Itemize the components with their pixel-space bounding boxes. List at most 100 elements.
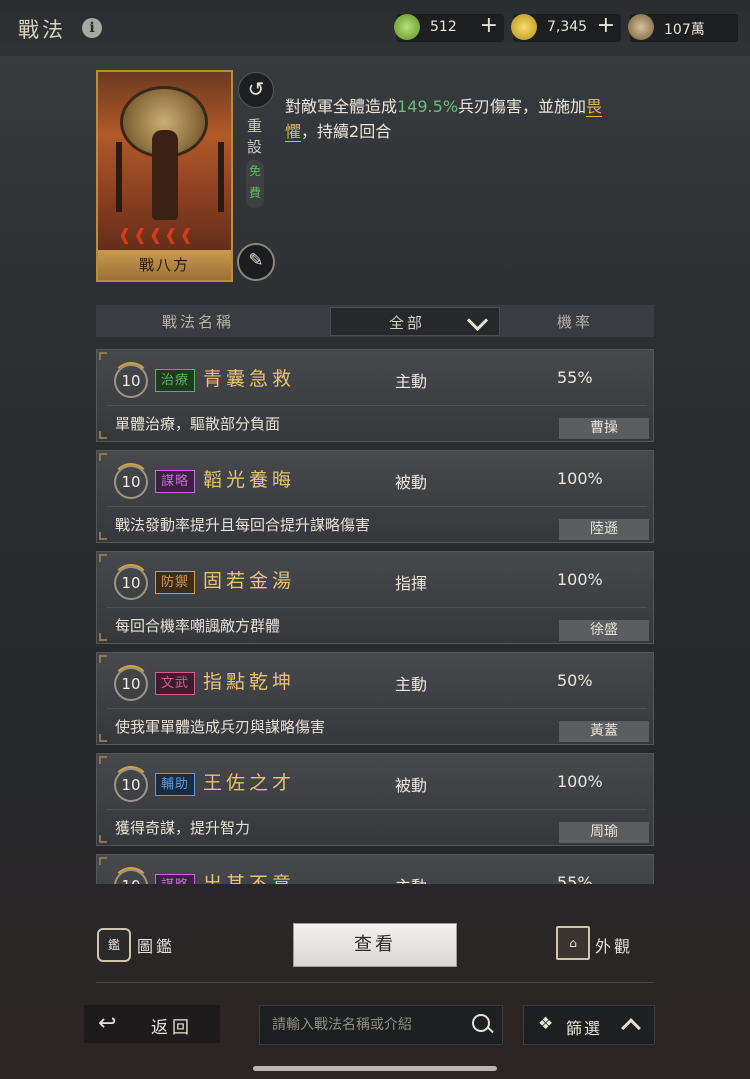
search-icon[interactable] xyxy=(472,1014,490,1032)
gold-resource: 7,345 + xyxy=(511,13,621,42)
category-tag: 輔助 xyxy=(155,773,196,796)
table-row[interactable]: 10 謀略 韜光養晦 被動 100% 戰法發動率提升且每回合提升謀略傷害 陸遜 xyxy=(96,450,654,543)
category-tag: 謀略 xyxy=(155,874,196,884)
add-gold-button[interactable]: + xyxy=(597,13,615,38)
hero-badge[interactable]: 黃蓋 xyxy=(559,721,649,742)
tactics-list[interactable]: 10 治療 青囊急救 主動 55% 單體治療，驅散部分負面 曹操 10 謀略 韜光養晦 被動 100%… xyxy=(96,349,656,884)
info-icon[interactable]: i xyxy=(82,18,102,38)
edit-icon[interactable]: ✎ xyxy=(237,243,275,281)
chevron-up-icon xyxy=(621,1018,641,1038)
rank-stars-icon: ❰❰❰❰❰ xyxy=(118,225,196,244)
skill-description: 對敵軍全體造成149.5%兵刃傷害，並施加畏懼，持續2回合 xyxy=(285,94,625,144)
level-badge: 10 xyxy=(112,362,150,398)
tactic-name: 出其不意 xyxy=(203,873,296,884)
col-name-header: 戰法名稱 xyxy=(162,313,235,331)
warrior-illustration xyxy=(152,130,178,220)
jade-value: 512 xyxy=(430,19,457,35)
reset-label: 重設 xyxy=(247,117,263,156)
table-row[interactable]: 10 謀略出其不意 主動 55% xyxy=(96,854,654,884)
search-box[interactable] xyxy=(259,1005,503,1045)
coin-icon xyxy=(628,14,654,40)
reset-icon[interactable]: ↺ xyxy=(238,72,274,108)
codex-icon[interactable]: 鑑 xyxy=(97,928,131,962)
hero-badge[interactable]: 陸遜 xyxy=(559,519,649,540)
tactic-rate: 100% xyxy=(557,772,603,791)
row-divider xyxy=(107,809,647,810)
back-button[interactable]: ↩ 返回 xyxy=(84,1005,220,1043)
filter-label: 篩選 xyxy=(566,1019,603,1038)
tactic-description: 戰法發動率提升且每回合提升謀略傷害 xyxy=(115,516,371,534)
category-tag: 文武 xyxy=(155,672,196,695)
view-button[interactable]: 查看 xyxy=(293,923,457,967)
hero-badge[interactable]: 徐盛 xyxy=(559,620,649,641)
desc-percent: 149.5% xyxy=(397,97,459,116)
level-badge: 10 xyxy=(112,463,150,499)
tactic-description: 使我軍單體造成兵刃與謀略傷害 xyxy=(115,718,326,736)
jade-icon xyxy=(394,14,420,40)
level-badge: 10 xyxy=(112,867,150,884)
row-divider xyxy=(107,607,647,608)
free-badge: 免費 xyxy=(246,160,264,208)
level-badge: 10 xyxy=(112,564,150,600)
filter-icon: ❖ xyxy=(538,1014,554,1034)
back-label: 返回 xyxy=(151,1018,193,1038)
tactic-type: 主動 xyxy=(395,372,428,391)
table-row[interactable]: 10 輔助 王佐之才 被動 100% 獲得奇謀，提升智力 周瑜 xyxy=(96,753,654,846)
tactic-rate: 55% xyxy=(557,368,593,387)
back-arrow-icon: ↩ xyxy=(98,1011,117,1036)
tactic-rate: 100% xyxy=(557,570,603,589)
reset-control[interactable]: ↺ 重設 免費 xyxy=(238,72,274,208)
gold-icon xyxy=(511,14,537,40)
tactic-description: 單體治療，驅散部分負面 xyxy=(115,415,281,433)
tactic-type: 指揮 xyxy=(395,574,428,593)
codex-button[interactable]: 圖鑑 xyxy=(137,933,175,957)
category-tag: 謀略 xyxy=(155,470,196,493)
coin-resource: 107萬 xyxy=(628,14,738,42)
chevron-down-icon xyxy=(466,309,489,332)
search-input[interactable] xyxy=(270,1013,464,1037)
category-tag: 治療 xyxy=(155,369,196,392)
level-badge: 10 xyxy=(112,665,150,701)
tactic-name: 王佐之才 xyxy=(203,772,296,794)
desc-post: ，持續2回合 xyxy=(301,122,392,141)
tactic-description: 每回合機率嘲諷敵方群體 xyxy=(115,617,281,635)
desc-mid: 兵刃傷害，並施加 xyxy=(458,97,587,116)
divider xyxy=(96,982,654,983)
tactic-name: 青囊急救 xyxy=(203,368,296,390)
appearance-button[interactable]: 外觀 xyxy=(595,933,633,957)
tactic-name: 韜光養晦 xyxy=(203,469,296,491)
coin-value: 107萬 xyxy=(664,22,705,38)
tactic-type: 被動 xyxy=(395,473,428,492)
gold-value: 7,345 xyxy=(547,19,588,35)
table-row[interactable]: 10 治療 青囊急救 主動 55% 單體治療，驅散部分負面 曹操 xyxy=(96,349,654,442)
desc-pre: 對敵軍全體造成 xyxy=(285,97,398,116)
row-divider xyxy=(107,506,647,507)
appearance-icon[interactable]: ⌂ xyxy=(556,926,590,960)
level-badge: 10 xyxy=(112,766,150,802)
hero-badge[interactable]: 周瑜 xyxy=(559,822,649,843)
top-bar: 戰法 i 512 + 7,345 + 107萬 xyxy=(0,0,750,56)
page-title: 戰法 xyxy=(18,18,66,42)
tactic-rate: 100% xyxy=(557,469,603,488)
tactic-type: 主動 xyxy=(395,873,427,884)
table-header: 戰法名稱 全部 機率 xyxy=(96,305,654,337)
tactic-type: 主動 xyxy=(395,675,428,694)
type-filter-dropdown[interactable]: 全部 xyxy=(330,307,500,336)
skill-card[interactable]: ❰❰❰❰❰ 戰八方 xyxy=(96,70,233,282)
table-row[interactable]: 10 文武 指點乾坤 主動 50% 使我軍單體造成兵刃與謀略傷害 黃蓋 xyxy=(96,652,654,745)
jade-resource: 512 + xyxy=(394,13,504,42)
col-rate-header: 機率 xyxy=(557,313,594,331)
tactic-type: 被動 xyxy=(395,776,428,795)
row-divider xyxy=(107,405,647,406)
tactic-rate: 50% xyxy=(557,671,593,690)
home-indicator xyxy=(253,1066,497,1071)
tactic-description: 獲得奇謀，提升智力 xyxy=(115,819,251,837)
skill-card-name: 戰八方 xyxy=(98,250,231,280)
table-row[interactable]: 10 防禦 固若金湯 指揮 100% 每回合機率嘲諷敵方群體 徐盛 xyxy=(96,551,654,644)
hero-badge[interactable]: 曹操 xyxy=(559,418,649,439)
row-divider xyxy=(107,708,647,709)
tactic-name: 指點乾坤 xyxy=(203,671,296,693)
add-jade-button[interactable]: + xyxy=(480,13,498,38)
filter-button[interactable]: ❖ 篩選 xyxy=(523,1005,655,1045)
category-tag: 防禦 xyxy=(155,571,196,594)
